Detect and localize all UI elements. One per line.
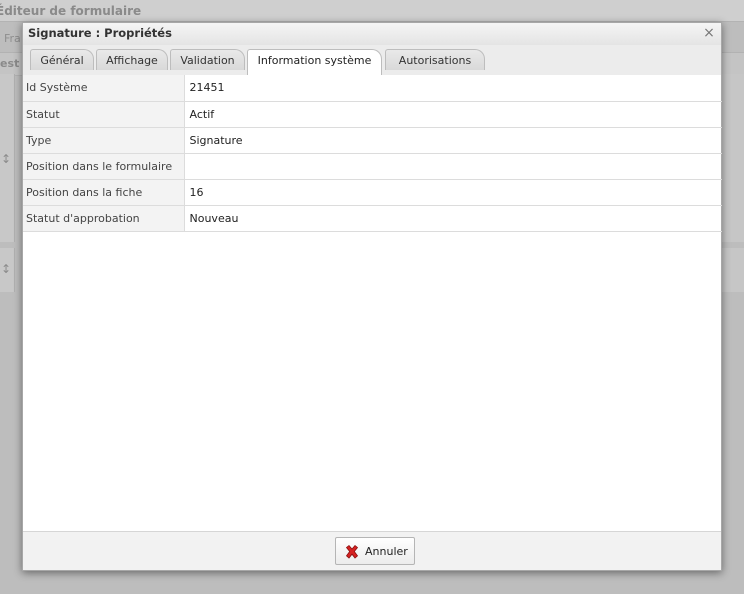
property-key: Statut: [23, 101, 185, 128]
dialog-header: Signature : Propriétés ×: [23, 23, 721, 46]
table-row: Statut Actif: [23, 101, 722, 128]
tab-content: Id Système 21451 Statut Actif Type Signa…: [23, 75, 722, 532]
editor-title: Éditeur de formulaire: [0, 4, 142, 18]
table-row: Position dans la fiche 16: [23, 179, 722, 206]
cancel-button[interactable]: Annuler: [335, 537, 415, 565]
table-row: Id Système 21451: [23, 75, 722, 102]
red-x-icon: [345, 544, 359, 559]
tab-information-systeme[interactable]: Information système: [247, 49, 382, 75]
resize-arrows-icon: ↕: [1, 152, 12, 166]
resize-arrows-icon: ↕: [1, 262, 12, 276]
property-value: 21451: [184, 75, 722, 102]
editor-toolbar-text: Fra: [4, 32, 21, 45]
editor-left-panel-2: ↕: [0, 248, 15, 292]
property-value: Actif: [184, 101, 722, 128]
editor-title-bar: Éditeur de formulaire: [0, 0, 744, 22]
editor-right-panel-2: [722, 248, 744, 292]
property-key: Position dans le formulaire: [23, 153, 185, 180]
table-row: Statut d'approbation Nouveau: [23, 205, 722, 232]
cancel-button-label: Annuler: [365, 545, 408, 558]
property-key: Position dans la fiche: [23, 179, 185, 206]
tab-affichage[interactable]: Affichage: [96, 49, 168, 70]
properties-table: Id Système 21451 Statut Actif Type Signa…: [23, 75, 722, 232]
table-row: Position dans le formulaire: [23, 153, 722, 180]
tab-general[interactable]: Général: [30, 49, 94, 70]
tab-validation[interactable]: Validation: [170, 49, 245, 70]
property-key: Type: [23, 127, 185, 154]
tab-bar: Général Affichage Validation Information…: [23, 45, 721, 76]
dialog-footer: Annuler: [23, 531, 721, 570]
editor-section-text: est: [0, 57, 20, 70]
properties-dialog: Signature : Propriétés × Général Afficha…: [22, 22, 722, 571]
editor-right-panel: [722, 74, 744, 242]
dialog-title: Signature : Propriétés: [28, 26, 172, 40]
tab-autorisations[interactable]: Autorisations: [385, 49, 485, 70]
table-row: Type Signature: [23, 127, 722, 154]
property-value: 16: [184, 179, 722, 206]
editor-left-panel: ↕: [0, 74, 15, 242]
property-value: Signature: [184, 127, 722, 154]
property-value: [184, 153, 722, 180]
property-key: Id Système: [23, 75, 185, 102]
property-value: Nouveau: [184, 205, 722, 232]
close-icon[interactable]: ×: [702, 25, 716, 41]
property-key: Statut d'approbation: [23, 205, 185, 232]
